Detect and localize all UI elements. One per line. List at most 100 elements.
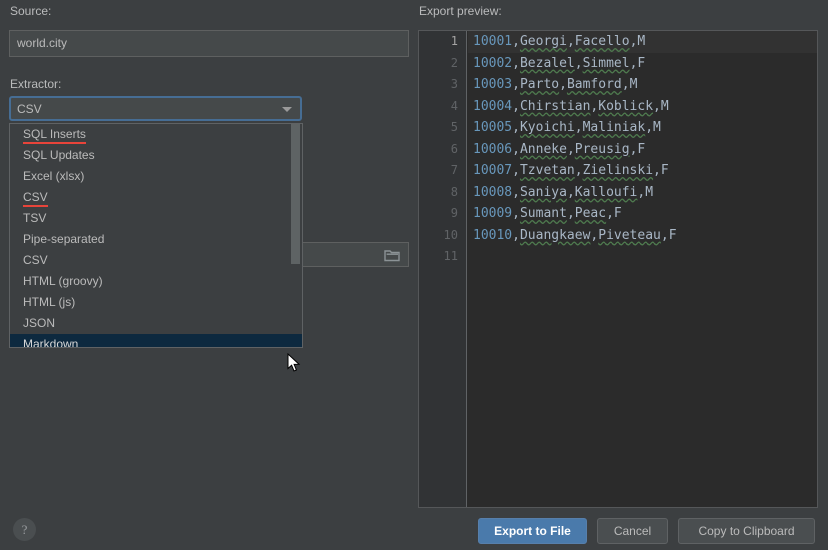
dropdown-item-label: Markdown <box>23 337 79 348</box>
line-number: 9 <box>450 206 458 220</box>
preview-first-name: Georgi <box>519 34 567 49</box>
dropdown-item-label: Pipe-separated <box>23 232 105 246</box>
preview-sex: M <box>660 98 669 114</box>
preview-id: 10003 <box>473 77 513 92</box>
source-input[interactable]: world.city <box>9 30 409 57</box>
preview-sex: F <box>637 141 646 157</box>
preview-first-name: Duangkaew <box>519 227 591 243</box>
preview-sex: F <box>637 55 646 71</box>
preview-line: 10003,Parto,Bamford,M <box>473 77 638 92</box>
preview-line: 10001,Georgi,Facello,M <box>468 31 817 53</box>
dropdown-item-label: Excel (xlsx) <box>23 169 85 183</box>
folder-icon[interactable] <box>384 248 400 262</box>
preview-code-area[interactable]: 10001,Georgi,Facello,M 10002,Bezalel,Simm… <box>468 31 817 507</box>
preview-line: 10010,Duangkaew,Piveteau,F <box>473 227 677 243</box>
line-number: 11 <box>443 249 458 263</box>
dropdown-item-label: CSV <box>23 187 48 208</box>
dropdown-item[interactable]: HTML (js) <box>10 292 302 313</box>
preview-sex: M <box>653 120 661 135</box>
preview-first-name: Bezalel <box>519 55 575 71</box>
extractor-selected-value: CSV <box>17 102 42 116</box>
dropdown-item[interactable]: Pipe-separated <box>10 229 302 250</box>
extractor-dropdown-items: SQL Inserts SQL Updates Excel (xlsx) CSV TSV… <box>10 124 302 348</box>
preview-id: 10007 <box>473 163 513 178</box>
preview-line: 10006,Anneke,Preusig,F <box>473 141 646 157</box>
dropdown-item-label: JSON <box>23 316 56 330</box>
preview-first-name: Kyoichi <box>519 120 575 135</box>
preview-sex: M <box>637 34 646 49</box>
dropdown-item-label: SQL Inserts <box>23 124 86 145</box>
preview-id: 10008 <box>473 184 513 200</box>
dropdown-item[interactable]: Excel (xlsx) <box>10 166 302 187</box>
dropdown-item[interactable]: CSV <box>10 250 302 271</box>
preview-sex: M <box>629 77 638 92</box>
copy-to-clipboard-button[interactable]: Copy to Clipboard <box>678 518 815 544</box>
line-number-gutter: 1 2 3 4 5 6 7 8 9 10 11 <box>419 31 467 507</box>
preview-line: 10009,Sumant,Peac,F <box>473 206 622 221</box>
line-number: 1 <box>450 34 458 48</box>
dropdown-item-label: SQL Updates <box>23 148 95 162</box>
preview-id: 10010 <box>473 227 513 243</box>
dropdown-item-label: HTML (js) <box>23 295 76 309</box>
source-label: Source: <box>10 4 52 18</box>
preview-sex: F <box>613 206 622 221</box>
dropdown-item[interactable]: SQL Inserts <box>10 124 302 145</box>
preview-first-name: Anneke <box>519 141 567 157</box>
preview-last-name: Simmel <box>582 55 630 71</box>
line-number: 7 <box>450 163 458 177</box>
dropdown-item-label: CSV <box>23 253 48 267</box>
preview-line: 10005,Kyoichi,Maliniak,M <box>473 120 661 135</box>
line-number: 6 <box>450 141 458 156</box>
preview-line: 10007,Tzvetan,Zielinski,F <box>473 163 669 178</box>
preview-last-name: Zielinski <box>582 163 654 178</box>
dropdown-item[interactable]: TSV <box>10 208 302 229</box>
preview-id: 10005 <box>473 120 513 135</box>
preview-id: 10009 <box>473 206 513 221</box>
preview-sex: F <box>668 227 677 243</box>
preview-last-name: Preusig <box>574 141 630 157</box>
preview-line <box>468 246 817 268</box>
line-number: 8 <box>450 184 458 199</box>
export-preview-label: Export preview: <box>419 4 502 18</box>
preview-last-name: Piveteau <box>598 227 661 243</box>
preview-last-name: Bamford <box>566 77 622 92</box>
dropdown-item[interactable]: Markdown <box>10 334 302 348</box>
preview-last-name: Facello <box>574 34 630 49</box>
preview-first-name: Tzvetan <box>519 163 575 178</box>
preview-line: 10004,Chirstian,Koblick,M <box>473 98 669 114</box>
extractor-combobox[interactable]: CSV <box>9 96 302 121</box>
preview-last-name: Kalloufi <box>574 184 638 200</box>
cancel-button[interactable]: Cancel <box>597 518 668 544</box>
export-preview-panel[interactable]: 1 2 3 4 5 6 7 8 9 10 11 10001,Georgi,Facello,M 1000… <box>418 30 818 508</box>
dropdown-item-label: TSV <box>23 211 47 225</box>
line-number: 3 <box>450 77 458 91</box>
extractor-dropdown-list[interactable]: SQL Inserts SQL Updates Excel (xlsx) CSV TSV… <box>9 123 303 348</box>
preview-first-name: Parto <box>519 77 560 92</box>
dropdown-item-label: HTML (groovy) <box>23 274 103 288</box>
preview-line: 10002,Bezalel,Simmel,F <box>473 55 646 71</box>
preview-sex: M <box>645 184 654 200</box>
preview-last-name: Maliniak <box>582 120 646 135</box>
line-number: 10 <box>443 227 458 242</box>
preview-sex: F <box>660 163 669 178</box>
dropdown-item[interactable]: CSV <box>10 187 302 208</box>
line-number: 5 <box>450 120 458 134</box>
dropdown-item[interactable]: JSON <box>10 313 302 334</box>
mouse-cursor <box>287 353 301 372</box>
source-input-value: world.city <box>17 36 68 50</box>
preview-last-name: Koblick <box>598 98 654 114</box>
export-to-file-button[interactable]: Export to File <box>478 518 587 544</box>
preview-first-name: Chirstian <box>519 98 591 114</box>
help-button[interactable]: ? <box>13 518 36 541</box>
line-number: 4 <box>450 98 458 113</box>
preview-first-name: Sumant <box>519 206 567 221</box>
preview-id: 10002 <box>473 55 513 71</box>
preview-id: 10001 <box>473 34 513 49</box>
preview-first-name: Saniya <box>519 184 567 200</box>
dropdown-item[interactable]: SQL Updates <box>10 145 302 166</box>
preview-line: 10008,Saniya,Kalloufi,M <box>473 184 654 200</box>
chevron-down-icon <box>282 107 292 112</box>
line-number: 2 <box>450 55 458 70</box>
dropdown-scrollbar-thumb[interactable] <box>291 124 300 264</box>
dropdown-item[interactable]: HTML (groovy) <box>10 271 302 292</box>
